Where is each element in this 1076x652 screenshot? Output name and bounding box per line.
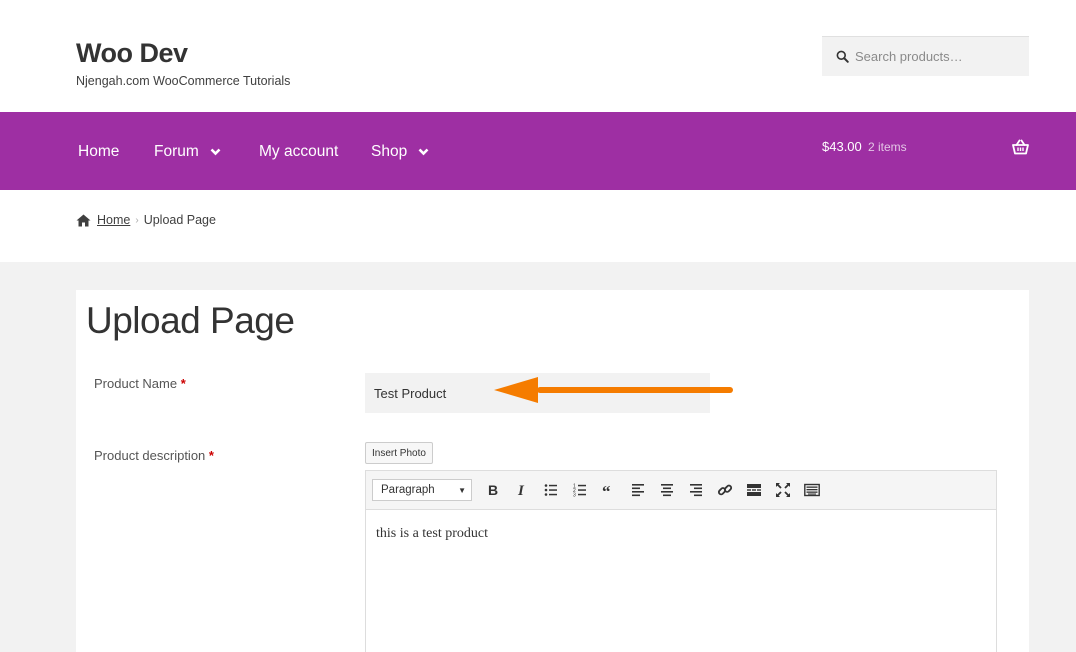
align-center-icon xyxy=(660,484,673,497)
italic-icon: I xyxy=(517,483,525,498)
nav-item-forum[interactable]: Forum xyxy=(154,143,221,161)
link-icon xyxy=(717,484,732,496)
product-name-label-text: Product Name xyxy=(94,376,178,391)
svg-text:I: I xyxy=(517,483,525,498)
search-input[interactable] xyxy=(855,49,1025,64)
nav-item-shop[interactable]: Shop xyxy=(371,143,429,161)
fullscreen-icon xyxy=(775,483,790,497)
svg-text:“: “ xyxy=(602,482,611,498)
basket-icon[interactable] xyxy=(1012,139,1029,155)
product-description-label-text: Product description xyxy=(94,448,206,463)
numbered-list-icon: 123 xyxy=(573,484,586,499)
editor-toolbar: Paragraph ▼ B I 123 “ xyxy=(366,471,996,510)
search-icon xyxy=(836,50,849,63)
editor-paragraph: this is a test product xyxy=(376,526,488,541)
toolbar-toggle-icon xyxy=(803,483,820,497)
link-button[interactable] xyxy=(710,478,739,502)
breadcrumb-separator: › xyxy=(135,214,139,226)
bold-icon: B xyxy=(488,482,498,498)
rich-text-editor: Paragraph ▼ B I 123 “ this is a test pro… xyxy=(365,470,997,652)
italic-button[interactable]: I xyxy=(507,478,536,502)
page-title: Upload Page xyxy=(86,300,295,341)
align-right-button[interactable] xyxy=(681,478,710,502)
breadcrumb-current: Upload Page xyxy=(143,213,216,227)
primary-navigation: Home Forum My account Shop $43.00 2 item… xyxy=(0,112,1076,190)
nav-item-home[interactable]: Home xyxy=(78,143,119,161)
bullet-list-button[interactable] xyxy=(536,478,565,502)
breadcrumb-home-link[interactable]: Home xyxy=(97,213,130,227)
bold-button[interactable]: B xyxy=(478,478,507,502)
product-name-label: Product Name * xyxy=(94,376,186,391)
format-select[interactable]: Paragraph ▼ xyxy=(372,479,472,501)
cart-count[interactable]: 2 items xyxy=(868,140,907,154)
fullscreen-button[interactable] xyxy=(768,478,797,502)
align-right-icon xyxy=(689,484,702,497)
toolbar-toggle-button[interactable] xyxy=(797,478,826,502)
breadcrumb: Home › Upload Page xyxy=(76,213,216,227)
product-description-label: Product description * xyxy=(94,448,214,463)
blockquote-button[interactable]: “ xyxy=(594,478,623,502)
numbered-list-button[interactable]: 123 xyxy=(565,478,594,502)
site-header: Woo Dev Njengah.com WooCommerce Tutorial… xyxy=(0,0,1076,112)
required-marker: * xyxy=(208,448,214,463)
align-center-button[interactable] xyxy=(652,478,681,502)
nav-item-label: My account xyxy=(259,143,339,160)
site-description: Njengah.com WooCommerce Tutorials xyxy=(76,74,291,88)
svg-text:B: B xyxy=(488,482,498,498)
site-title[interactable]: Woo Dev xyxy=(76,38,188,69)
format-select-value: Paragraph xyxy=(381,484,435,496)
bullet-list-icon xyxy=(544,484,557,496)
nav-item-label: Home xyxy=(78,143,120,160)
blockquote-icon: “ xyxy=(602,482,611,498)
search-box[interactable] xyxy=(822,36,1029,76)
align-left-icon xyxy=(631,484,644,497)
chevron-down-icon xyxy=(418,148,429,156)
arrow-annotation-icon xyxy=(494,377,733,403)
page-content: Upload Page Product Name * Product descr… xyxy=(76,290,1029,652)
chevron-down-icon xyxy=(210,148,221,156)
insert-photo-button[interactable]: Insert Photo xyxy=(365,442,433,464)
nav-item-label: Shop xyxy=(371,143,408,160)
editor-content[interactable]: this is a test product xyxy=(366,510,996,558)
align-left-button[interactable] xyxy=(623,478,652,502)
nav-item-my-account[interactable]: My account xyxy=(259,143,338,161)
svg-text:3: 3 xyxy=(573,493,576,499)
required-marker: * xyxy=(180,376,186,391)
read-more-button[interactable] xyxy=(739,478,768,502)
nav-item-label: Forum xyxy=(154,143,199,160)
read-more-icon xyxy=(746,484,761,496)
cart-total[interactable]: $43.00 xyxy=(822,139,862,154)
home-icon xyxy=(76,214,91,226)
caret-down-icon: ▼ xyxy=(458,485,466,495)
